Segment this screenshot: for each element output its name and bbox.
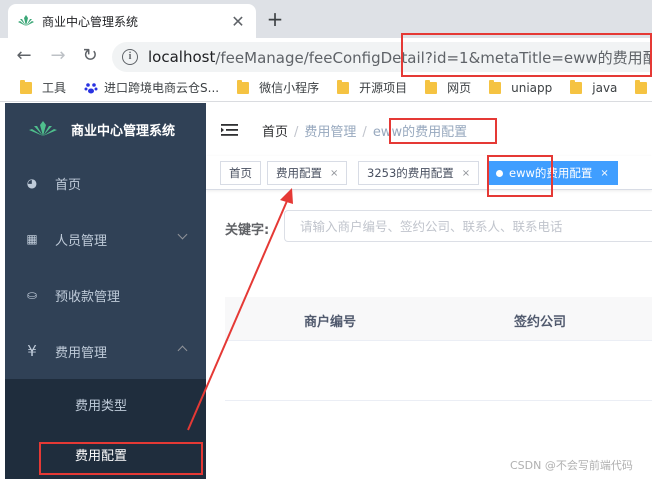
prepay-icon: ⛀ bbox=[26, 288, 38, 302]
bookmark-tools[interactable]: 工具 bbox=[20, 79, 66, 96]
sidebar-item-home[interactable]: ◕ 首页 bbox=[5, 155, 206, 211]
annotation-arrow bbox=[187, 188, 293, 431]
lotus-icon bbox=[29, 121, 57, 136]
hamburger-icon[interactable] bbox=[221, 124, 238, 136]
forward-button[interactable]: → bbox=[46, 44, 70, 68]
tag-3253-fee-config[interactable]: 3253的费用配置 × bbox=[358, 161, 480, 185]
bookmark-opensource[interactable]: 开源项目 bbox=[337, 79, 407, 96]
bookmark-more[interactable] bbox=[635, 79, 652, 94]
column-merchant-no: 商户编号 bbox=[304, 315, 357, 330]
annotation-tag-highlight bbox=[487, 155, 553, 197]
bookmark-crossborder[interactable]: 进口跨境电商云仓S... bbox=[84, 79, 219, 96]
browser-tab-title: 商业中心管理系统 bbox=[42, 14, 139, 29]
bookmark-miniprogram[interactable]: 微信小程序 bbox=[237, 79, 319, 96]
close-icon[interactable]: × bbox=[600, 168, 608, 179]
sidebar-item-label: 费用管理 bbox=[55, 345, 108, 361]
sidebar: 商业中心管理系统 ◕ 首页 ▦ 人员管理 ⛀ 预收款管理 ¥ 费用管理 费用类型… bbox=[5, 103, 206, 479]
annotation-breadcrumb-highlight bbox=[389, 118, 497, 144]
folder-icon bbox=[337, 79, 350, 94]
close-icon[interactable]: ✕ bbox=[230, 12, 246, 31]
sidebar-logo[interactable]: 商业中心管理系统 bbox=[5, 103, 206, 155]
folder-icon bbox=[635, 79, 648, 94]
bookmark-web[interactable]: 网页 bbox=[425, 79, 471, 96]
sidebar-title: 商业中心管理系统 bbox=[71, 123, 176, 139]
sidebar-item-label: 首页 bbox=[55, 177, 82, 193]
browser-tab[interactable]: 商业中心管理系统 ✕ bbox=[8, 4, 256, 38]
close-icon[interactable]: × bbox=[330, 168, 338, 179]
reload-button[interactable]: ↻ bbox=[78, 44, 102, 68]
yen-icon: ¥ bbox=[27, 342, 37, 360]
folder-icon bbox=[570, 79, 583, 94]
back-button[interactable]: ← bbox=[12, 44, 36, 68]
bookmark-java[interactable]: java bbox=[570, 79, 617, 95]
sidebar-item-fee-type[interactable]: 费用类型 bbox=[5, 379, 206, 429]
sidebar-item-prepay[interactable]: ⛀ 预收款管理 bbox=[5, 267, 206, 323]
keyword-input[interactable] bbox=[284, 210, 652, 242]
sidebar-item-label: 人员管理 bbox=[55, 233, 108, 249]
new-tab-button[interactable]: + bbox=[264, 8, 286, 30]
annotation-url-highlight bbox=[401, 33, 652, 77]
lotus-icon bbox=[18, 15, 34, 26]
close-icon[interactable]: × bbox=[462, 168, 470, 179]
bookmarks-bar: 工具 进口跨境电商云仓S... 微信小程序 开源项目 网页 uniapp jav… bbox=[0, 74, 652, 102]
sidebar-item-staff[interactable]: ▦ 人员管理 bbox=[5, 211, 206, 267]
sidebar-item-fee[interactable]: ¥ 费用管理 bbox=[5, 323, 206, 379]
column-company: 签约公司 bbox=[514, 315, 567, 330]
folder-icon bbox=[489, 79, 502, 94]
folder-icon bbox=[237, 79, 250, 94]
annotation-menu-highlight bbox=[39, 442, 203, 475]
watermark: CSDN @不会写前端代码 bbox=[510, 459, 633, 472]
user-manage-icon: ▦ bbox=[26, 232, 38, 246]
url-host: localhost bbox=[148, 48, 216, 66]
breadcrumb-home[interactable]: 首页 bbox=[262, 125, 288, 140]
baidu-paw-icon bbox=[84, 82, 98, 93]
sidebar-item-label: 预收款管理 bbox=[55, 289, 121, 305]
dashboard-icon: ◕ bbox=[26, 176, 38, 190]
breadcrumb-fee[interactable]: 费用管理 bbox=[304, 125, 356, 140]
folder-icon bbox=[425, 79, 438, 94]
bookmark-uniapp[interactable]: uniapp bbox=[489, 79, 552, 95]
folder-icon bbox=[20, 79, 32, 94]
info-icon[interactable]: i bbox=[122, 49, 138, 65]
